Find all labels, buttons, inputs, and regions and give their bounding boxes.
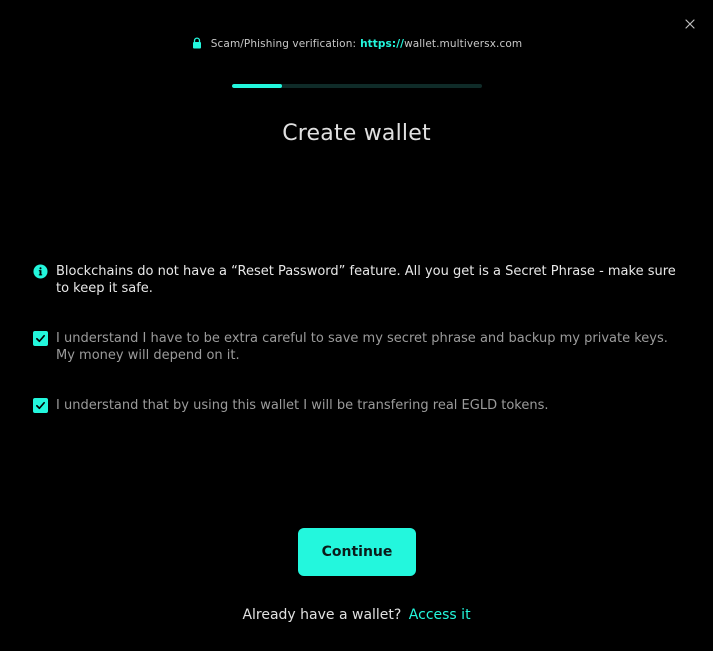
url-host: wallet.multiversx.com (404, 38, 523, 50)
close-button[interactable] (681, 15, 699, 33)
url-protocol: https:// (360, 38, 405, 50)
checkmark-icon (35, 334, 45, 342)
real-tokens-consent-label: I understand that by using this wallet I… (56, 398, 549, 413)
secret-phrase-checkbox[interactable] (32, 330, 48, 346)
secret-phrase-consent-label: I understand I have to be extra careful … (56, 331, 668, 363)
verification-label: Scam/Phishing verification: (210, 38, 357, 50)
lock-icon (191, 36, 203, 49)
info-icon (32, 263, 48, 279)
create-wallet-page: Scam/Phishing verification: https://wall… (0, 0, 713, 651)
notice-text: Blockchains do not have a “Reset Passwor… (56, 264, 676, 296)
progress-bar (232, 84, 482, 88)
checkmark-icon (35, 401, 45, 409)
page-title: Create wallet (282, 121, 431, 146)
checkbox-wrapper (32, 330, 48, 346)
close-icon (685, 19, 695, 29)
real-tokens-checkbox[interactable] (32, 397, 48, 413)
continue-button[interactable]: Continue (298, 528, 416, 576)
progress-fill (232, 84, 282, 88)
reset-password-notice: Blockchains do not have a “Reset Passwor… (32, 263, 682, 297)
already-have-wallet-text: Already have a wallet? (242, 607, 402, 623)
real-tokens-consent[interactable]: I understand that by using this wallet I… (32, 397, 682, 414)
access-it-link[interactable]: Access it (409, 607, 471, 623)
checkbox-wrapper (32, 397, 48, 413)
access-wallet-footer: Already have a wallet? Access it (0, 607, 713, 623)
secret-phrase-consent[interactable]: I understand I have to be extra careful … (32, 330, 682, 364)
phishing-verification-bar: Scam/Phishing verification: https://wall… (0, 36, 713, 50)
